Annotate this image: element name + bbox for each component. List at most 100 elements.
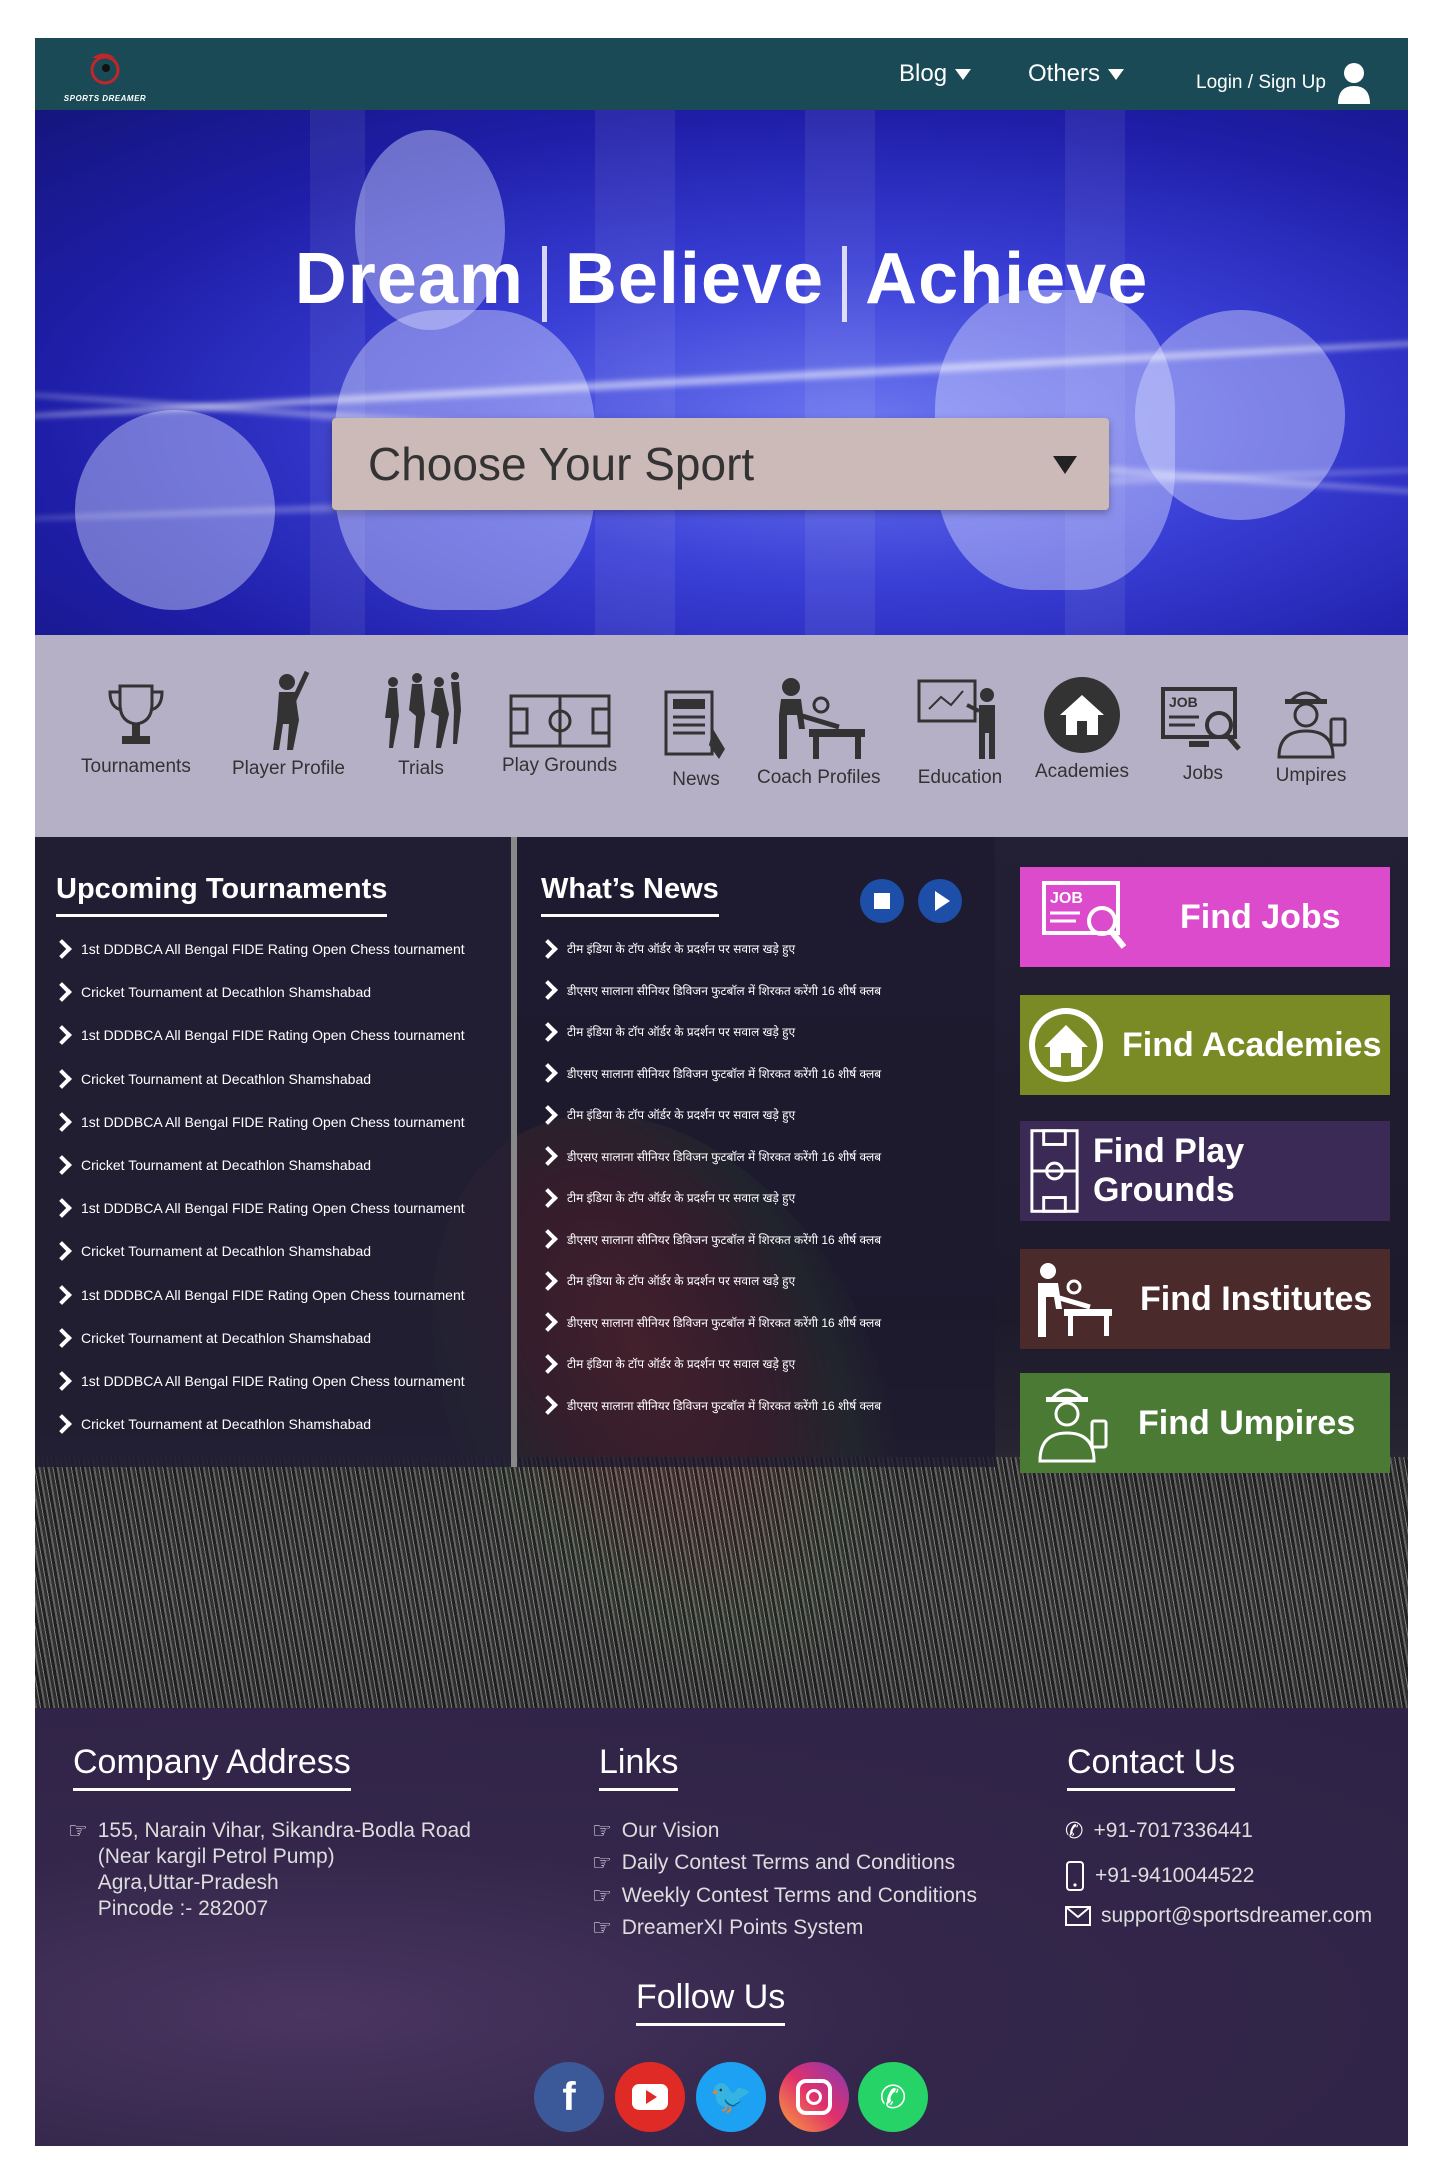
nav-others[interactable]: Others xyxy=(1028,60,1125,88)
logo[interactable]: SPORTS DREAMER xyxy=(60,48,150,103)
pointing-hand-icon: ☞ xyxy=(592,1915,612,1940)
pause-button[interactable] xyxy=(860,879,904,923)
news-item[interactable]: टीम इंडिया के टॉप ऑर्डर के प्रदर्शन पर स… xyxy=(538,938,795,959)
chevron-right-icon xyxy=(52,1371,72,1391)
news-title: What’s News xyxy=(541,873,719,917)
content-section: Upcoming Tournaments 1st DDDBCA All Beng… xyxy=(35,837,1408,1708)
contact-email[interactable]: support@sportsdreamer.com xyxy=(1065,1904,1372,1928)
chevron-right-icon xyxy=(52,1284,72,1305)
category-coach-profiles[interactable]: Coach Profiles xyxy=(757,675,881,789)
category-tournaments[interactable]: Tournaments xyxy=(81,680,191,778)
tournament-item[interactable]: Cricket Tournament at Decathlon Shamshab… xyxy=(52,1241,371,1262)
category-trials[interactable]: Trials xyxy=(379,670,463,780)
tournaments-panel: Upcoming Tournaments 1st DDDBCA All Beng… xyxy=(35,837,511,1467)
hero-title: Dream Believe Achieve xyxy=(35,238,1408,322)
link-daily-contest[interactable]: ☞ Daily Contest Terms and Conditions xyxy=(592,1850,955,1876)
chevron-right-icon xyxy=(538,938,558,959)
tournament-item[interactable]: 1st DDDBCA All Bengal FIDE Rating Open C… xyxy=(52,1284,465,1305)
news-item[interactable]: डीएसए सालाना सीनियर डिविजन फुटबॉल में शि… xyxy=(538,1395,882,1415)
news-item[interactable]: टीम इंडिया के टॉप ऑर्डर के प्रदर्शन पर स… xyxy=(538,1270,796,1291)
find-label: Find Play Grounds xyxy=(1092,1132,1245,1209)
find-jobs-button[interactable]: JOB Find Jobs xyxy=(1020,867,1390,967)
svg-text:JOB: JOB xyxy=(1050,890,1083,907)
news-label: डीएसए सालाना सीनियर डिविजन फुटबॉल में शि… xyxy=(567,1398,882,1413)
play-icon xyxy=(646,2090,657,2104)
address-line: Pincode :- 282007 xyxy=(97,1897,269,1920)
category-jobs[interactable]: JOB Jobs xyxy=(1159,685,1247,785)
nav-blog[interactable]: Blog xyxy=(899,60,972,88)
chevron-right-icon xyxy=(52,982,72,1003)
tournament-item[interactable]: 1st DDDBCA All Bengal FIDE Rating Open C… xyxy=(52,939,465,959)
tournament-label: Cricket Tournament at Decathlon Shamshab… xyxy=(81,1416,372,1433)
news-item[interactable]: डीएसए सालाना सीनियर डिविजन फुटबॉल में शि… xyxy=(538,980,881,1000)
link-label: DreamerXI Points System xyxy=(621,1916,864,1939)
login-signup[interactable]: Login / Sign Up xyxy=(1196,62,1372,104)
tournament-item[interactable]: Cricket Tournament at Decathlon Shamshab… xyxy=(52,1155,372,1175)
category-education[interactable]: Education xyxy=(915,675,1005,789)
chevron-right-icon xyxy=(538,1229,558,1249)
category-player-profile[interactable]: Player Profile xyxy=(232,670,345,780)
tournament-label: 1st DDDBCA All Bengal FIDE Rating Open C… xyxy=(81,1373,465,1389)
address-lines: 155, Narain Vihar, Sikandra-Bodla Road (… xyxy=(98,1818,471,1922)
link-our-vision[interactable]: ☞ Our Vision xyxy=(592,1818,719,1844)
tournament-item[interactable]: 1st DDDBCA All Bengal FIDE Rating Open C… xyxy=(52,1198,465,1219)
tournament-label: Cricket Tournament at Decathlon Shamshab… xyxy=(81,1157,372,1173)
news-item[interactable]: डीएसए सालाना सीनियर डिविजन फुटबॉल में शि… xyxy=(538,1146,881,1166)
link-weekly-contest[interactable]: ☞ Weekly Contest Terms and Conditions xyxy=(592,1883,977,1909)
find-academies-button[interactable]: Find Academies xyxy=(1020,995,1390,1095)
phone-label: +91-7017336441 xyxy=(1093,1819,1253,1842)
find-institutes-button[interactable]: Find Institutes xyxy=(1020,1249,1390,1349)
facebook-icon[interactable]: f xyxy=(534,2062,604,2132)
find-umpires-button[interactable]: Find Umpires xyxy=(1020,1373,1390,1473)
play-button[interactable] xyxy=(918,879,962,923)
contact-phone-2[interactable]: +91-9410044522 xyxy=(1065,1860,1254,1892)
tournament-item[interactable]: 1st DDDBCA All Bengal FIDE Rating Open C… xyxy=(52,1371,465,1391)
tournament-item[interactable]: 1st DDDBCA All Bengal FIDE Rating Open C… xyxy=(52,1025,465,1046)
twitter-icon[interactable]: 🐦 xyxy=(696,2062,766,2132)
news-item[interactable]: टीम इंडिया के टॉप ऑर्डर के प्रदर्शन पर स… xyxy=(538,1187,796,1208)
tournament-item[interactable]: 1st DDDBCA All Bengal FIDE Rating Open C… xyxy=(52,1111,465,1132)
tournament-item[interactable]: Cricket Tournament at Decathlon Shamshab… xyxy=(52,1414,372,1435)
chevron-right-icon xyxy=(538,1187,558,1208)
instagram-icon[interactable] xyxy=(779,2062,849,2132)
category-label: Player Profile xyxy=(232,758,345,779)
footer: Company Address ☞ 155, Narain Vihar, Sik… xyxy=(35,1708,1408,2146)
category-label: Trials xyxy=(398,758,444,779)
sport-select[interactable]: Choose Your Sport xyxy=(332,418,1109,510)
tournament-item[interactable]: Cricket Tournament at Decathlon Shamshab… xyxy=(52,982,371,1003)
news-item[interactable]: डीएसए सालाना सीनियर डिविजन फुटबॉल में शि… xyxy=(538,1063,881,1083)
tournament-item[interactable]: Cricket Tournament at Decathlon Shamshab… xyxy=(52,1327,371,1348)
news-item[interactable]: टीम इंडिया के टॉप ऑर्डर के प्रदर्शन पर स… xyxy=(538,1353,795,1374)
job-search-icon: JOB xyxy=(1161,687,1241,751)
chevron-right-icon xyxy=(538,980,558,1000)
news-item[interactable]: डीएसए सालाना सीनियर डिविजन फुटबॉल में शि… xyxy=(538,1229,881,1249)
tournament-label: 1st DDDBCA All Bengal FIDE Rating Open C… xyxy=(81,941,465,957)
category-umpires[interactable]: Umpires xyxy=(1271,685,1351,787)
category-academies[interactable]: Academies xyxy=(1035,675,1129,783)
home-icon xyxy=(1044,677,1120,753)
category-news[interactable]: News xyxy=(663,689,729,791)
email-label: support@sportsdreamer.com xyxy=(1101,1904,1373,1927)
contact-phone-1[interactable]: ✆ +91-7017336441 xyxy=(1065,1818,1253,1844)
batsman-icon xyxy=(272,670,309,750)
news-label: टीम इंडिया के टॉप ऑर्डर के प्रदर्शन पर स… xyxy=(567,1191,796,1205)
svg-text:JOB: JOB xyxy=(1169,694,1198,710)
user-icon xyxy=(1337,63,1370,104)
address-line: Agra,Uttar-Pradesh xyxy=(97,1871,279,1894)
chevron-right-icon xyxy=(52,1414,72,1435)
whatsapp-icon[interactable]: ✆ xyxy=(858,2062,928,2132)
find-label: Find Umpires xyxy=(1138,1403,1356,1442)
news-item[interactable]: डीएसए सालाना सीनियर डिविजन फुटबॉल में शि… xyxy=(538,1312,881,1332)
news-item[interactable]: टीम इंडिया के टॉप ऑर्डर के प्रदर्शन पर स… xyxy=(538,1021,795,1042)
news-label: टीम इंडिया के टॉप ऑर्डर के प्रदर्शन पर स… xyxy=(567,1274,796,1288)
link-points-system[interactable]: ☞ DreamerXI Points System xyxy=(592,1915,863,1941)
category-label: News xyxy=(672,769,720,790)
find-play-grounds-button[interactable]: Find Play Grounds xyxy=(1020,1121,1390,1221)
tournament-label: 1st DDDBCA All Bengal FIDE Rating Open C… xyxy=(81,1027,465,1044)
youtube-icon[interactable] xyxy=(615,2062,685,2132)
chevron-right-icon xyxy=(52,1241,72,1262)
field-icon xyxy=(509,694,611,748)
tournament-item[interactable]: Cricket Tournament at Decathlon Shamshab… xyxy=(52,1068,371,1089)
category-play-grounds[interactable]: Play Grounds xyxy=(502,693,617,777)
news-item[interactable]: टीम इंडिया के टॉप ऑर्डर के प्रदर्शन पर स… xyxy=(538,1104,795,1125)
